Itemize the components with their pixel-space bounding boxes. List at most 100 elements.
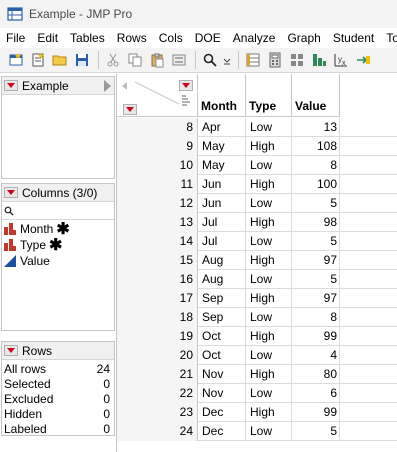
column-item[interactable]: Value <box>4 253 114 269</box>
row-number[interactable]: 20 <box>117 346 198 365</box>
cell-type[interactable]: High <box>246 251 292 270</box>
cell-month[interactable]: Aug <box>198 270 246 289</box>
grid-icon[interactable] <box>287 50 307 70</box>
cell-type[interactable]: High <box>246 137 292 156</box>
cell-value[interactable]: 100 <box>292 175 340 194</box>
cell-month[interactable]: Nov <box>198 365 246 384</box>
cell-month[interactable]: Oct <box>198 346 246 365</box>
cell-value[interactable]: 8 <box>292 156 340 175</box>
row-number[interactable]: 14 <box>117 232 198 251</box>
cell-month[interactable]: Oct <box>198 327 246 346</box>
cell-type[interactable]: High <box>246 175 292 194</box>
row-number[interactable]: 11 <box>117 175 198 194</box>
table-row[interactable]: 9 May High 108 <box>117 137 397 156</box>
fit-model-icon[interactable] <box>353 50 373 70</box>
table-row[interactable]: 20 Oct Low 4 <box>117 346 397 365</box>
table-row[interactable]: 22 Nov Low 6 <box>117 384 397 403</box>
red-triangle-menu-icon[interactable] <box>4 80 18 91</box>
table-row[interactable]: 19 Oct High 99 <box>117 327 397 346</box>
fit-y-by-x-icon[interactable]: yx <box>331 50 351 70</box>
menu-file[interactable]: File <box>0 31 31 45</box>
cell-month[interactable]: May <box>198 156 246 175</box>
save-icon[interactable] <box>72 50 92 70</box>
new-data-table-icon[interactable] <box>6 50 26 70</box>
column-header-month[interactable]: Month <box>198 74 246 117</box>
cell-type[interactable]: Low <box>246 270 292 289</box>
row-number[interactable]: 13 <box>117 213 198 232</box>
paste-icon[interactable] <box>147 50 167 70</box>
distribution-icon[interactable] <box>309 50 329 70</box>
cell-month[interactable]: Jun <box>198 175 246 194</box>
cell-type[interactable]: High <box>246 289 292 308</box>
cell-month[interactable]: Jun <box>198 194 246 213</box>
table-row[interactable]: 16 Aug Low 5 <box>117 270 397 289</box>
cell-type[interactable]: Low <box>246 118 292 137</box>
cell-value[interactable]: 97 <box>292 289 340 308</box>
menu-tools[interactable]: To <box>380 31 397 45</box>
column-header-type[interactable]: Type <box>246 74 292 117</box>
menu-student[interactable]: Student <box>327 31 380 45</box>
cell-value[interactable]: 5 <box>292 194 340 213</box>
row-number[interactable]: 17 <box>117 289 198 308</box>
cell-type[interactable]: Low <box>246 194 292 213</box>
copy-icon[interactable] <box>125 50 145 70</box>
table-row[interactable]: 17 Sep High 97 <box>117 289 397 308</box>
cell-value[interactable]: 108 <box>292 137 340 156</box>
row-number[interactable]: 12 <box>117 194 198 213</box>
cell-month[interactable]: Apr <box>198 118 246 137</box>
table-row[interactable]: 24 Dec Low 5 <box>117 422 397 441</box>
menu-analyze[interactable]: Analyze <box>227 31 282 45</box>
table-row[interactable]: 14 Jul Low 5 <box>117 232 397 251</box>
cell-month[interactable]: Sep <box>198 308 246 327</box>
cell-month[interactable]: Aug <box>198 251 246 270</box>
cell-type[interactable]: High <box>246 327 292 346</box>
row-number[interactable]: 22 <box>117 384 198 403</box>
row-number[interactable]: 16 <box>117 270 198 289</box>
cell-type[interactable]: Low <box>246 156 292 175</box>
cell-value[interactable]: 5 <box>292 232 340 251</box>
cell-month[interactable]: Dec <box>198 403 246 422</box>
row-number[interactable]: 8 <box>117 118 198 137</box>
cell-type[interactable]: Low <box>246 232 292 251</box>
table-row[interactable]: 11 Jun High 100 <box>117 175 397 194</box>
table-row[interactable]: 21 Nov High 80 <box>117 365 397 384</box>
table-row[interactable]: 18 Sep Low 8 <box>117 308 397 327</box>
chevron-down-icon[interactable] <box>222 50 232 70</box>
cell-value[interactable]: 6 <box>292 384 340 403</box>
row-number[interactable]: 23 <box>117 403 198 422</box>
cell-value[interactable]: 80 <box>292 365 340 384</box>
cell-type[interactable]: High <box>246 403 292 422</box>
cell-month[interactable]: Jul <box>198 213 246 232</box>
table-row[interactable]: 12 Jun Low 5 <box>117 194 397 213</box>
cell-type[interactable]: High <box>246 213 292 232</box>
cell-type[interactable]: Low <box>246 384 292 403</box>
cell-type[interactable]: High <box>246 365 292 384</box>
cell-value[interactable]: 13 <box>292 118 340 137</box>
column-lines-icon[interactable] <box>181 95 191 109</box>
cell-value[interactable]: 5 <box>292 270 340 289</box>
search-icon[interactable] <box>200 50 220 70</box>
table-row[interactable]: 23 Dec High 99 <box>117 403 397 422</box>
row-number[interactable]: 21 <box>117 365 198 384</box>
cell-month[interactable]: Dec <box>198 422 246 441</box>
cell-value[interactable]: 99 <box>292 403 340 422</box>
row-number[interactable]: 9 <box>117 137 198 156</box>
cell-value[interactable]: 97 <box>292 251 340 270</box>
cell-type[interactable]: Low <box>246 346 292 365</box>
menu-doe[interactable]: DOE <box>189 31 227 45</box>
cell-value[interactable]: 99 <box>292 327 340 346</box>
cell-value[interactable]: 98 <box>292 213 340 232</box>
cut-icon[interactable] <box>103 50 123 70</box>
table-row[interactable]: 15 Aug High 97 <box>117 251 397 270</box>
menu-rows[interactable]: Rows <box>111 31 153 45</box>
cell-value[interactable]: 5 <box>292 422 340 441</box>
open-folder-icon[interactable] <box>50 50 70 70</box>
menu-graph[interactable]: Graph <box>281 31 326 45</box>
red-triangle-menu-icon[interactable] <box>4 187 18 198</box>
cell-value[interactable]: 4 <box>292 346 340 365</box>
row-number[interactable]: 10 <box>117 156 198 175</box>
calculator-icon[interactable] <box>265 50 285 70</box>
menu-edit[interactable]: Edit <box>31 31 64 45</box>
table-row[interactable]: 10 May Low 8 <box>117 156 397 175</box>
journal-icon[interactable] <box>169 50 189 70</box>
